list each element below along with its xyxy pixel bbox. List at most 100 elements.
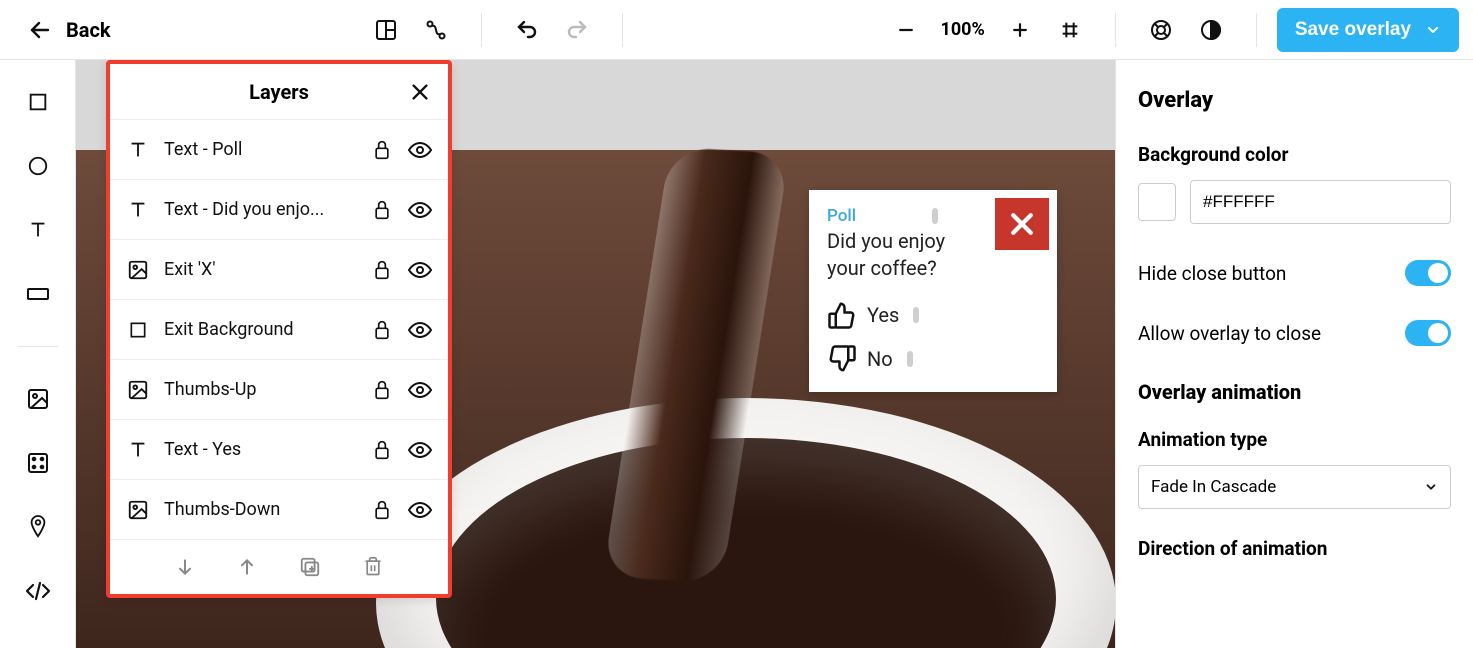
redo-button[interactable] bbox=[552, 10, 602, 50]
main: Layers Text - Poll Text - Did you enjo...… bbox=[0, 60, 1473, 648]
layer-move-down-button[interactable] bbox=[175, 557, 195, 577]
allow-close-label: Allow overlay to close bbox=[1138, 322, 1321, 345]
drag-handle-icon bbox=[907, 351, 913, 367]
zoom-in-button[interactable] bbox=[995, 10, 1045, 50]
zoom-out-button[interactable] bbox=[881, 10, 931, 50]
properties-panel: Overlay Background color Hide close butt… bbox=[1115, 60, 1473, 648]
layers-panel-title: Layers bbox=[249, 80, 309, 104]
overlay-poll-label: Poll bbox=[827, 206, 856, 226]
layer-move-up-button[interactable] bbox=[237, 557, 257, 577]
layers-list: Text - Poll Text - Did you enjo... Exit 'X… bbox=[110, 120, 448, 540]
undo-button[interactable] bbox=[502, 10, 552, 50]
overlay-close-button[interactable] bbox=[995, 198, 1049, 250]
layers-panel-header: Layers bbox=[110, 64, 448, 120]
contrast-button[interactable] bbox=[1186, 10, 1236, 50]
bg-color-label: Background color bbox=[1138, 143, 1451, 166]
layer-name: Text - Did you enjo... bbox=[164, 199, 356, 220]
separator bbox=[481, 13, 482, 47]
history-group bbox=[502, 10, 602, 50]
layer-name: Text - Poll bbox=[164, 139, 356, 160]
minus-icon bbox=[896, 20, 916, 40]
layer-lock-button[interactable] bbox=[370, 499, 394, 521]
layer-visibility-button[interactable] bbox=[408, 261, 432, 279]
animation-direction-label: Direction of animation bbox=[1138, 537, 1451, 560]
layer-lock-button[interactable] bbox=[370, 439, 394, 461]
layer-row[interactable]: Text - Poll bbox=[110, 120, 448, 180]
arrow-left-icon bbox=[28, 18, 52, 42]
layer-lock-button[interactable] bbox=[370, 199, 394, 221]
layer-row[interactable]: Text - Yes bbox=[110, 420, 448, 480]
layer-row[interactable]: Exit 'X' bbox=[110, 240, 448, 300]
square-icon bbox=[27, 91, 49, 113]
bg-color-swatch[interactable] bbox=[1138, 183, 1176, 221]
layer-row[interactable]: Thumbs-Up bbox=[110, 360, 448, 420]
layer-lock-button[interactable] bbox=[370, 259, 394, 281]
overlay-question: Did you enjoy your coffee? bbox=[827, 228, 987, 282]
view-group bbox=[1136, 10, 1236, 50]
zoom-level: 100% bbox=[931, 19, 995, 40]
hide-close-toggle[interactable] bbox=[1405, 260, 1451, 286]
zoom-group: 100% bbox=[881, 10, 1095, 50]
bg-color-input[interactable] bbox=[1190, 180, 1451, 224]
thumbs-down-icon bbox=[827, 344, 857, 374]
canvas[interactable]: Layers Text - Poll Text - Did you enjo...… bbox=[76, 60, 1115, 648]
grid-toggle-button[interactable] bbox=[1045, 10, 1095, 50]
layer-duplicate-button[interactable] bbox=[299, 556, 321, 578]
overlay-options: Yes No bbox=[827, 300, 1039, 374]
tool-video[interactable] bbox=[16, 445, 60, 481]
image-icon bbox=[26, 387, 50, 411]
layer-visibility-button[interactable] bbox=[408, 501, 432, 519]
overlay-option-yes[interactable]: Yes bbox=[827, 300, 1039, 330]
layer-row[interactable]: Thumbs-Down bbox=[110, 480, 448, 540]
layer-visibility-button[interactable] bbox=[408, 201, 432, 219]
layer-delete-button[interactable] bbox=[363, 556, 383, 578]
animation-type-select[interactable]: Fade In Cascade bbox=[1138, 465, 1451, 509]
close-icon bbox=[409, 81, 431, 103]
image-icon bbox=[126, 379, 150, 401]
thumbs-up-icon bbox=[827, 300, 857, 330]
path-tool-button[interactable] bbox=[411, 10, 461, 50]
back-button[interactable]: Back bbox=[28, 18, 111, 42]
overlay-animation-title: Overlay animation bbox=[1138, 380, 1451, 404]
allow-close-toggle[interactable] bbox=[1405, 320, 1451, 346]
tool-button[interactable] bbox=[16, 276, 60, 312]
overlay-option-yes-label: Yes bbox=[867, 303, 899, 327]
layer-row[interactable]: Exit Background bbox=[110, 300, 448, 360]
panels-toggle-button[interactable] bbox=[361, 10, 411, 50]
text-icon bbox=[126, 439, 150, 461]
save-overlay-button[interactable]: Save overlay bbox=[1277, 8, 1459, 52]
layer-lock-button[interactable] bbox=[370, 319, 394, 341]
help-button[interactable] bbox=[1136, 10, 1186, 50]
layer-lock-button[interactable] bbox=[370, 139, 394, 161]
separator bbox=[18, 346, 58, 347]
tool-ellipse[interactable] bbox=[16, 148, 60, 184]
layer-visibility-button[interactable] bbox=[408, 441, 432, 459]
allow-close-row: Allow overlay to close bbox=[1138, 320, 1451, 346]
image-icon bbox=[126, 499, 150, 521]
contrast-icon bbox=[1199, 18, 1223, 42]
text-icon bbox=[27, 219, 49, 241]
hide-close-label: Hide close button bbox=[1138, 262, 1286, 285]
tool-rectangle[interactable] bbox=[16, 84, 60, 120]
text-icon bbox=[126, 139, 150, 161]
tool-image[interactable] bbox=[16, 381, 60, 417]
save-label: Save overlay bbox=[1295, 19, 1411, 41]
layer-visibility-button[interactable] bbox=[408, 381, 432, 399]
tool-pin[interactable] bbox=[16, 509, 60, 545]
grid-icon bbox=[1059, 19, 1081, 41]
tool-text[interactable] bbox=[16, 212, 60, 248]
tool-code[interactable] bbox=[16, 573, 60, 609]
overlay-option-no[interactable]: No bbox=[827, 344, 1039, 374]
lifebuoy-icon bbox=[1149, 18, 1173, 42]
layer-row[interactable]: Text - Did you enjo... bbox=[110, 180, 448, 240]
layer-name: Thumbs-Up bbox=[164, 379, 356, 400]
layer-lock-button[interactable] bbox=[370, 379, 394, 401]
layer-visibility-button[interactable] bbox=[408, 141, 432, 159]
overlay-preview[interactable]: Poll Did you enjoy your coffee? Yes No bbox=[809, 190, 1057, 392]
close-icon bbox=[1007, 209, 1037, 239]
layers-panel-close-button[interactable] bbox=[406, 78, 434, 106]
button-icon bbox=[26, 285, 50, 303]
overlay-option-no-label: No bbox=[867, 347, 893, 371]
layer-name: Exit 'X' bbox=[164, 259, 356, 280]
layer-visibility-button[interactable] bbox=[408, 321, 432, 339]
